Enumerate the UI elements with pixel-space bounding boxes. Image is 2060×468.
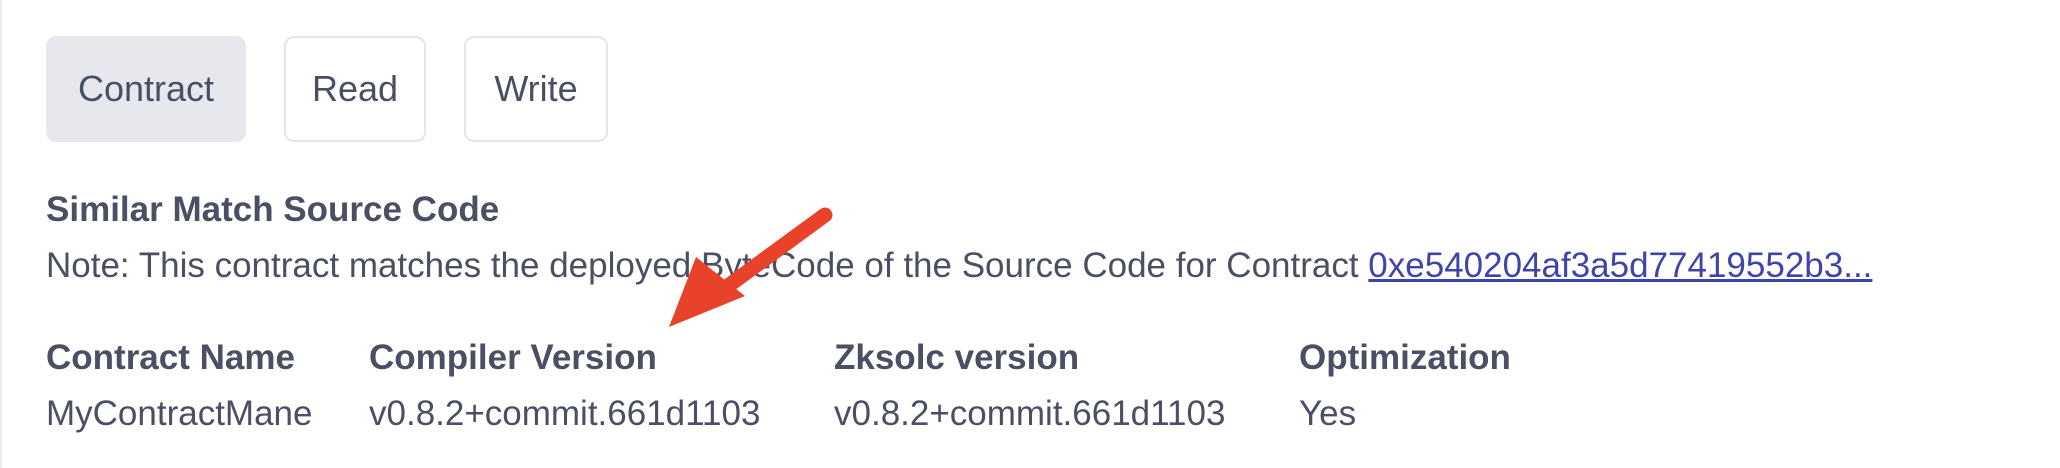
contract-address-link[interactable]: 0xe540204af3a5d77419552b3... (1368, 246, 1872, 285)
zksolc-version-label: Zksolc version (834, 338, 1080, 377)
tab-bar: Contract Read Write (46, 36, 608, 142)
contract-panel: Contract Read Write Similar Match Source… (0, 0, 2060, 468)
section-title: Similar Match Source Code (46, 190, 500, 229)
zksolc-version-value: v0.8.2+commit.661d1103 (834, 394, 1226, 433)
compiler-version-value: v0.8.2+commit.661d1103 (369, 394, 761, 433)
zksolc-version-field: Zksolc version v0.8.2+commit.661d1103 (834, 338, 1225, 434)
tab-write[interactable]: Write (464, 36, 608, 142)
contract-name-field: Contract Name MyContractMane (46, 338, 312, 434)
optimization-field: Optimization Yes (1299, 338, 1511, 434)
contract-name-value: MyContractMane (46, 394, 313, 433)
optimization-label: Optimization (1299, 338, 1511, 377)
tab-read[interactable]: Read (284, 36, 426, 142)
tab-contract[interactable]: Contract (46, 36, 246, 142)
optimization-value: Yes (1299, 394, 1357, 433)
contract-name-label: Contract Name (46, 338, 295, 377)
compiler-version-label: Compiler Version (369, 338, 657, 377)
compiler-version-field: Compiler Version v0.8.2+commit.661d1103 (369, 338, 760, 434)
match-note-text: Note: This contract matches the deployed… (46, 246, 1369, 285)
match-note: Note: This contract matches the deployed… (46, 246, 1872, 286)
